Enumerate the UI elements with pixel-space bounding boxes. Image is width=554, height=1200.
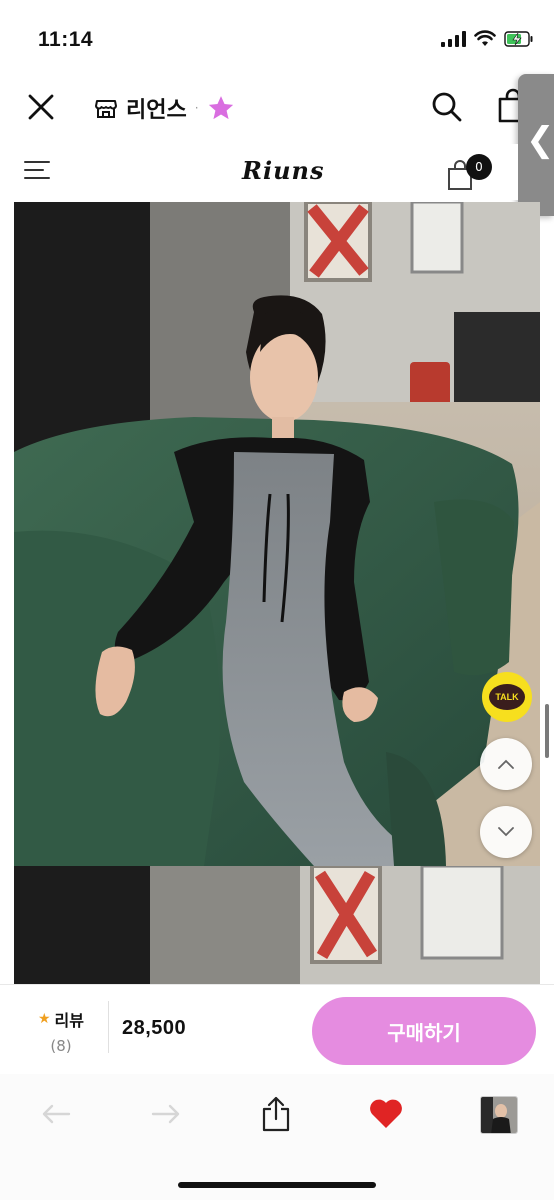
review-button[interactable]: ★ 리뷰 (8) bbox=[26, 1007, 96, 1055]
home-indicator bbox=[178, 1182, 376, 1188]
product-image-main[interactable] bbox=[14, 202, 540, 866]
tab-thumbnail[interactable] bbox=[480, 1096, 518, 1134]
forward-arrow-icon bbox=[151, 1104, 180, 1124]
review-star-icon: ★ bbox=[37, 1011, 51, 1027]
battery-charging-icon bbox=[504, 30, 533, 47]
scroll-down-button[interactable] bbox=[480, 806, 532, 858]
cart-count-badge: 0 bbox=[466, 154, 492, 180]
product-photo-second bbox=[14, 866, 540, 984]
status-bar: 11:14 bbox=[0, 0, 554, 78]
shop-header: Riuns 0 bbox=[14, 144, 518, 200]
product-image-second[interactable] bbox=[14, 866, 540, 984]
purchase-bar: ★ 리뷰 (8) 28,500 구매하기 bbox=[0, 984, 554, 1074]
back-arrow-icon bbox=[42, 1104, 71, 1124]
divider bbox=[108, 1001, 109, 1053]
like-button[interactable] bbox=[366, 1094, 406, 1134]
buy-button[interactable]: 구매하기 bbox=[312, 997, 536, 1065]
shop-logo[interactable]: Riuns bbox=[242, 156, 324, 185]
chevron-left-icon: ❮ bbox=[526, 120, 554, 160]
hamburger-menu-icon[interactable] bbox=[22, 158, 52, 182]
separator: · bbox=[194, 101, 199, 115]
kakao-talk-button[interactable]: TALK bbox=[482, 672, 532, 722]
forward-button[interactable] bbox=[146, 1094, 186, 1134]
app-header: 리언스 · bbox=[0, 78, 554, 138]
scroll-up-button[interactable] bbox=[480, 738, 532, 790]
review-label: 리뷰 bbox=[54, 1011, 84, 1030]
share-button[interactable] bbox=[256, 1094, 296, 1134]
kakao-talk-icon: TALK bbox=[489, 684, 525, 710]
store-name: 리언스 bbox=[126, 98, 187, 123]
bottom-toolbar bbox=[0, 1074, 554, 1200]
shop-icon bbox=[95, 100, 117, 118]
status-time: 11:14 bbox=[38, 28, 94, 51]
status-icons bbox=[441, 30, 534, 47]
talk-label: TALK bbox=[495, 692, 519, 702]
tab-thumbnail-image bbox=[481, 1097, 517, 1133]
chevron-up-icon bbox=[498, 759, 514, 769]
side-panel-handle[interactable]: ❮ bbox=[518, 74, 554, 216]
close-icon[interactable] bbox=[24, 90, 58, 124]
share-icon bbox=[262, 1096, 290, 1132]
cart-button[interactable]: 0 bbox=[446, 152, 496, 192]
heart-icon bbox=[370, 1099, 402, 1128]
review-count: (8) bbox=[50, 1037, 72, 1055]
chevron-down-icon bbox=[498, 827, 514, 837]
search-icon[interactable] bbox=[430, 90, 464, 124]
star-icon[interactable] bbox=[207, 94, 235, 122]
page-scrollbar[interactable] bbox=[545, 704, 549, 758]
store-title[interactable]: 리언스 · bbox=[94, 92, 235, 124]
product-photo bbox=[14, 202, 540, 866]
back-button[interactable] bbox=[36, 1094, 76, 1134]
wifi-icon bbox=[474, 30, 496, 46]
signal-icon bbox=[441, 30, 466, 47]
product-price: 28,500 bbox=[122, 1017, 187, 1039]
